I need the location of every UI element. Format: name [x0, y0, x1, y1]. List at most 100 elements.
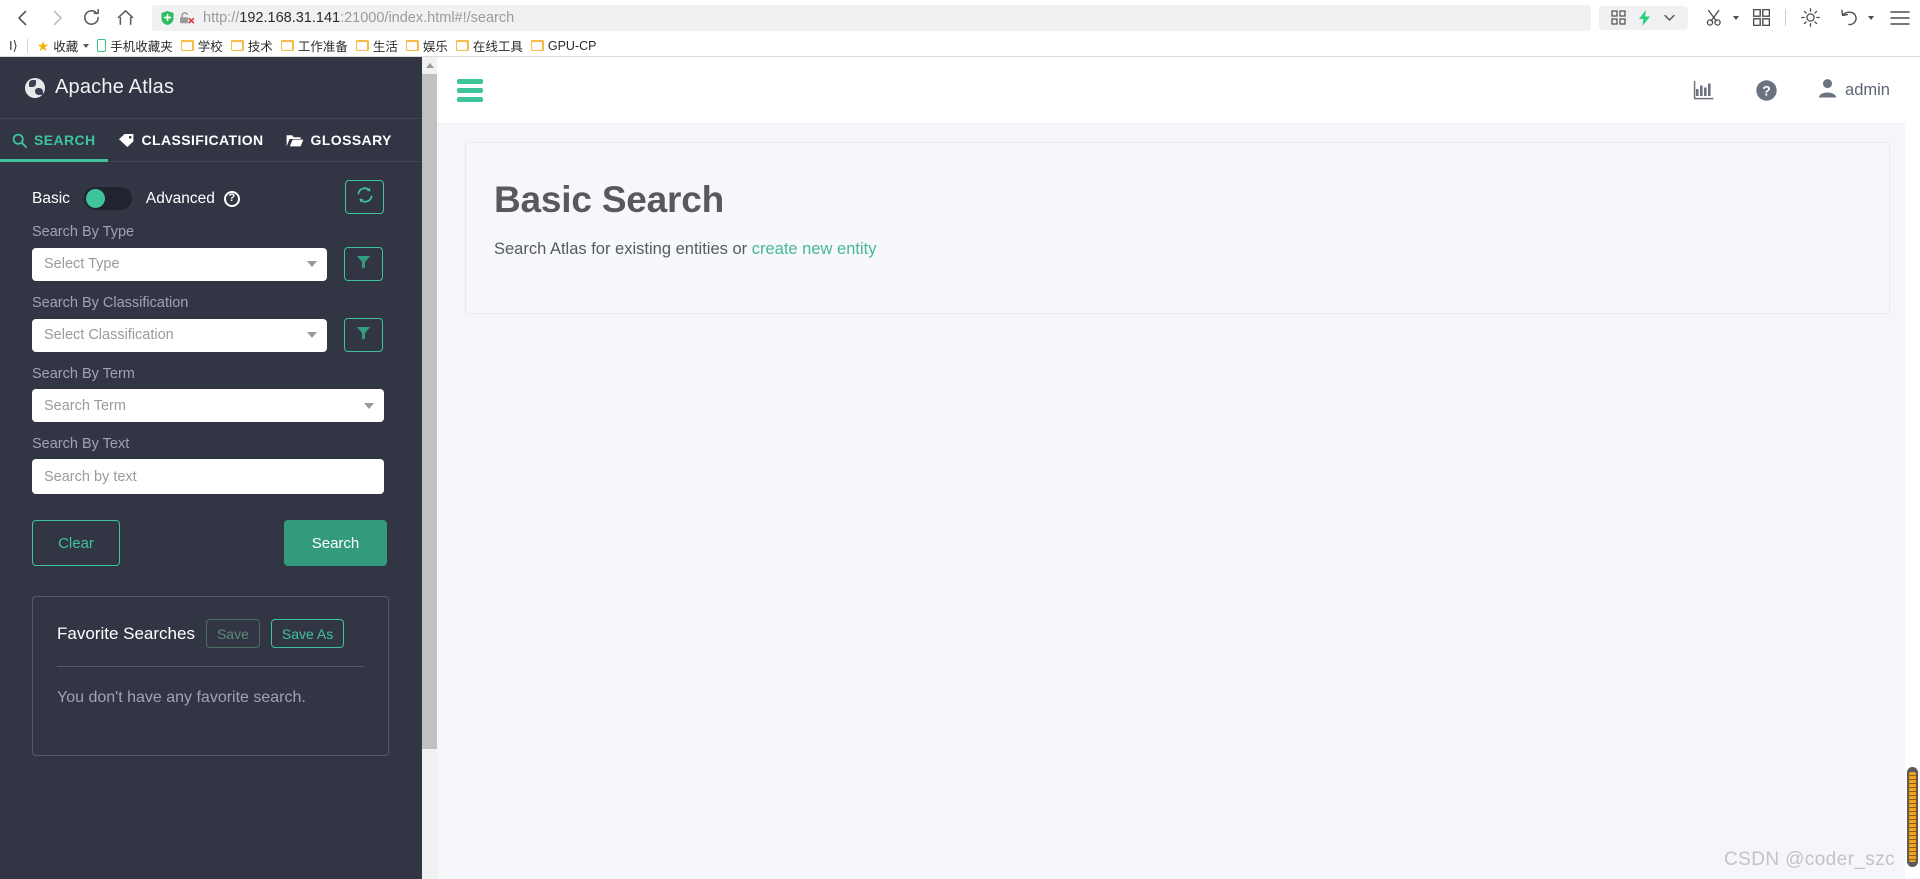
bookmark-item[interactable]: 技术	[227, 36, 277, 56]
bar-chart-statistics-icon[interactable]	[1693, 79, 1715, 101]
bookmark-item[interactable]: 手机收藏夹	[93, 36, 177, 56]
scissors-icon[interactable]	[1706, 9, 1724, 27]
user-avatar-icon	[1818, 78, 1837, 103]
undo-icon[interactable]	[1840, 9, 1859, 27]
brightness-icon[interactable]	[1801, 8, 1820, 27]
sidebar-tab-glossary-label: GLOSSARY	[310, 132, 392, 148]
search-button[interactable]: Search	[284, 520, 387, 566]
favorite-empty-message: You don't have any favorite search.	[57, 689, 306, 706]
user-name-label: admin	[1845, 80, 1890, 99]
search-by-term-select[interactable]: Search Term	[32, 389, 384, 422]
address-bar[interactable]: http://192.168.31.141:21000/index.html#!…	[152, 4, 1591, 31]
bookmark-item[interactable]: 娱乐	[402, 36, 452, 56]
field-search-by-text: Search By Text Search by text	[0, 436, 422, 494]
search-by-classification-placeholder: Select Classification	[44, 327, 174, 343]
search-by-type-label: Search By Type	[32, 224, 135, 240]
bookmark-label: 学校	[197, 40, 223, 54]
speed-mode-pill[interactable]	[1599, 5, 1688, 30]
sidebar-scroll-up-arrow[interactable]	[422, 57, 437, 74]
bookmark-label: GPU-CP	[547, 38, 597, 53]
main-header: ? admin	[437, 57, 1920, 124]
browser-chrome: http://192.168.31.141:21000/index.html#!…	[0, 0, 1920, 57]
favorite-searches-title: Favorite Searches	[57, 623, 195, 643]
sidebar-tab-classification-label: CLASSIFICATION	[141, 132, 264, 148]
search-by-text-placeholder: Search by text	[44, 468, 137, 485]
star-icon: ★	[36, 37, 50, 54]
main-content: ? admin Basic Search Search Atlas for ex…	[437, 57, 1920, 879]
shield-icon[interactable]	[160, 10, 175, 26]
apps-grid-icon[interactable]	[1753, 9, 1770, 26]
bookmark-item[interactable]: 工作准备	[277, 36, 352, 56]
refresh-icon	[356, 186, 374, 209]
clear-button[interactable]: Clear	[32, 520, 120, 566]
chevron-down-icon	[364, 402, 374, 409]
sidebar-tab-search[interactable]: SEARCH	[0, 119, 108, 162]
search-by-classification-label: Search By Classification	[32, 295, 189, 311]
save-button[interactable]: Save	[205, 619, 260, 648]
search-by-classification-select[interactable]: Select Classification	[32, 318, 327, 352]
bookmarks-bar: I⟩ ★ 收藏 手机收藏夹 学校 技术 工作准备 生活 娱乐 在线工具 GPU-CP	[0, 35, 1920, 57]
question-mark-icon[interactable]: ?	[223, 190, 240, 207]
sidebar-tab-glossary[interactable]: GLOSSARY	[276, 119, 404, 161]
bookmark-item[interactable]: 学校	[177, 36, 227, 56]
undo-caret-icon[interactable]	[1868, 15, 1874, 20]
favorite-searches-panel: Favorite Searches Save Save As You don't…	[32, 596, 389, 756]
search-by-classification-filter-button[interactable]	[344, 318, 383, 352]
bookmark-overflow-toggle[interactable]: I⟩	[5, 36, 22, 56]
bookmark-item[interactable]: ★ 收藏	[33, 36, 94, 56]
bookmark-label: 收藏	[53, 40, 79, 54]
search-by-type-filter-button[interactable]	[344, 247, 383, 281]
forward-arrow-icon[interactable]	[40, 3, 74, 33]
toggle-knob	[85, 189, 105, 208]
refresh-button[interactable]	[345, 180, 384, 214]
browser-nav-bar: http://192.168.31.141:21000/index.html#!…	[0, 0, 1920, 35]
reload-icon[interactable]	[74, 3, 108, 33]
sidebar-brand[interactable]: Apache Atlas	[0, 57, 422, 119]
sidebar-scrollbar[interactable]	[422, 57, 437, 879]
help-circle-icon[interactable]: ?	[1755, 79, 1778, 102]
search-mode-toggle-row: Basic Advanced ?	[0, 162, 422, 214]
field-search-by-classification: Search By Classification Select Classifi…	[0, 295, 422, 352]
bookmark-overflow-label: I⟩	[9, 37, 18, 53]
lightning-bolt-icon[interactable]	[1638, 9, 1651, 26]
save-as-button[interactable]: Save As	[270, 619, 345, 648]
basic-advanced-toggle[interactable]	[83, 187, 132, 210]
search-by-term-placeholder: Search Term	[44, 397, 126, 414]
bookmark-item[interactable]: 生活	[352, 36, 402, 56]
bookmark-list: ★ 收藏 手机收藏夹 学校 技术 工作准备 生活 娱乐 在线工具 GPU-CP	[33, 36, 601, 56]
advanced-mode-label[interactable]: Advanced	[146, 190, 215, 208]
search-by-type-placeholder: Select Type	[44, 256, 120, 272]
create-new-entity-link[interactable]: create new entity	[752, 240, 877, 258]
brand-title: Apache Atlas	[55, 76, 175, 98]
search-by-text-input[interactable]: Search by text	[32, 459, 384, 494]
browser-toolbar-right	[1599, 5, 1914, 30]
page-scrollbar[interactable]	[1905, 57, 1920, 879]
back-arrow-icon[interactable]	[6, 3, 40, 33]
header-right-actions: ? admin	[1693, 78, 1920, 103]
scissors-caret-icon[interactable]	[1733, 15, 1739, 20]
qr-grid-icon[interactable]	[1611, 10, 1626, 25]
basic-mode-label[interactable]: Basic	[32, 190, 70, 208]
bookmark-item[interactable]: GPU-CP	[527, 36, 601, 56]
bookmark-divider	[26, 38, 28, 53]
search-by-type-select[interactable]: Select Type	[32, 247, 327, 281]
tag-icon	[118, 133, 135, 148]
search-action-row: Clear Search	[0, 494, 387, 566]
atlas-globe-icon	[25, 77, 45, 98]
bookmark-item[interactable]: 在线工具	[452, 36, 527, 56]
sidebar-scrollbar-thumb[interactable]	[422, 74, 437, 749]
page-scrollbar-thumb[interactable]	[1907, 767, 1918, 867]
sidebar-tab-search-label: SEARCH	[34, 132, 96, 148]
favorite-searches-header: Favorite Searches Save Save As	[57, 619, 364, 648]
sidebar-tab-classification[interactable]: CLASSIFICATION	[108, 119, 276, 161]
menu-icon[interactable]	[1890, 10, 1910, 26]
user-menu[interactable]: admin	[1818, 78, 1890, 103]
url-text: http://192.168.31.141:21000/index.html#!…	[203, 9, 515, 26]
scrollbar-thumb-texture	[1909, 772, 1916, 862]
chevron-down-icon[interactable]	[83, 43, 90, 48]
chevron-down-icon[interactable]	[1663, 11, 1676, 24]
home-icon[interactable]	[108, 3, 142, 33]
hamburger-menu-icon[interactable]	[457, 78, 483, 102]
broken-lock-icon[interactable]	[178, 10, 195, 26]
page-viewport: Apache Atlas SEARCH CLASSIFICATION GLOSS…	[0, 57, 1920, 879]
